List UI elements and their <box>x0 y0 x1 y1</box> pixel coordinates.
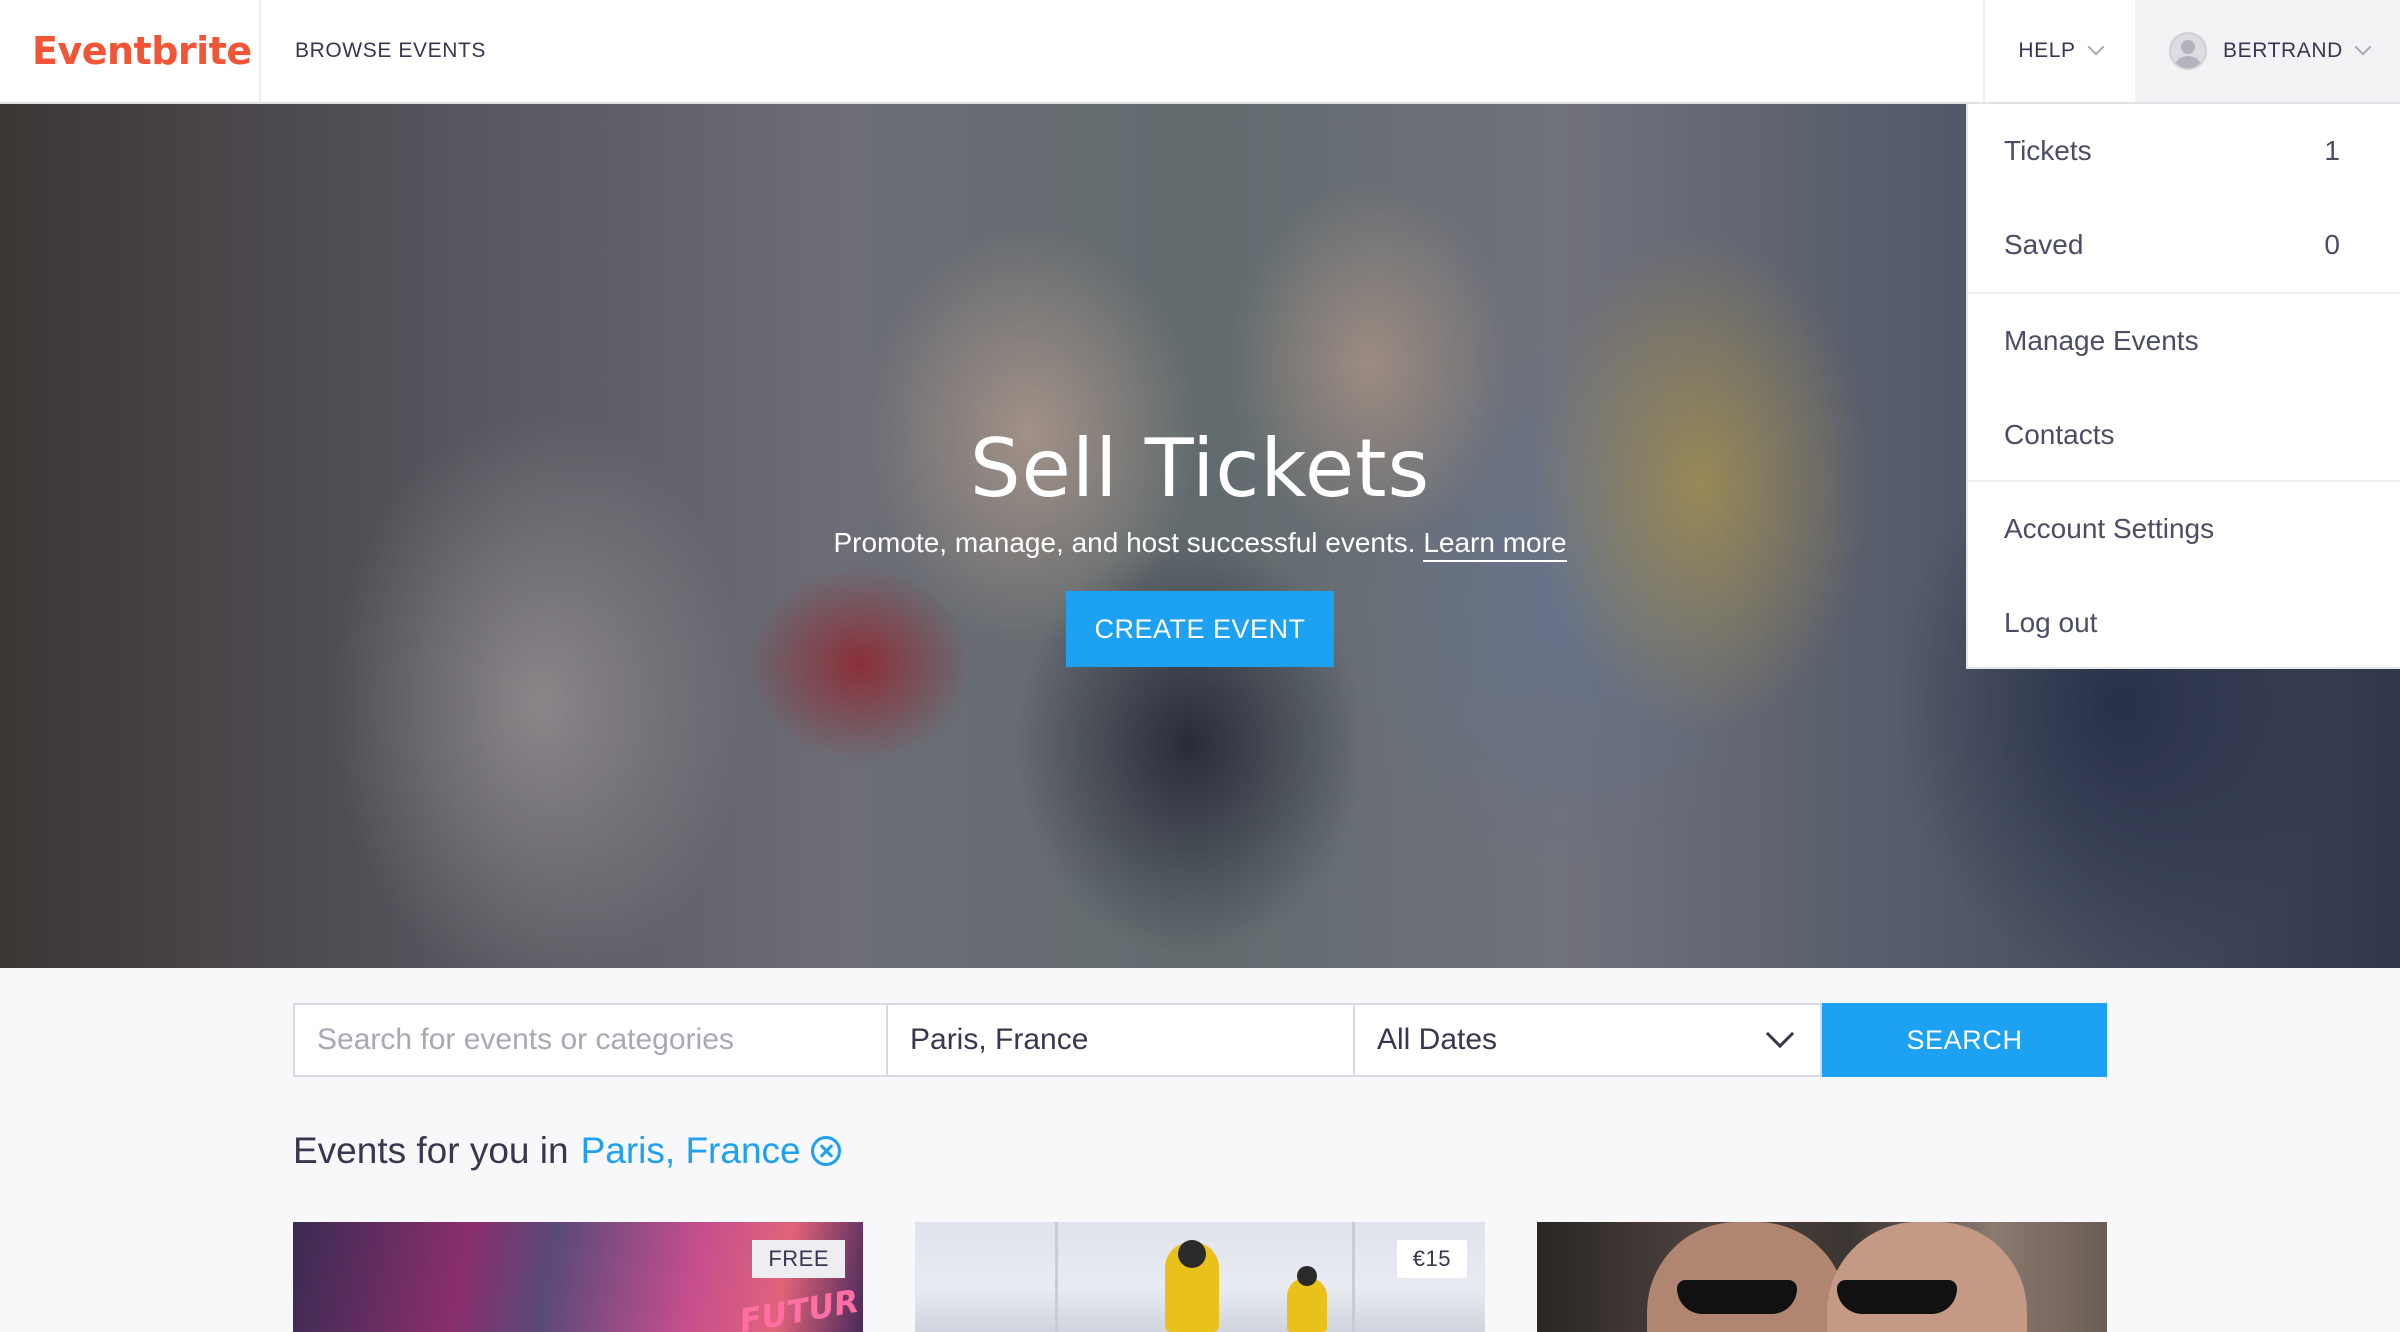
browse-events-link[interactable]: BROWSE EVENTS <box>295 0 486 102</box>
hero-subtitle-text: Promote, manage, and host successful eve… <box>833 527 1416 558</box>
card-image <box>1287 1266 1327 1332</box>
clear-location-icon[interactable] <box>810 1136 841 1166</box>
help-menu[interactable]: HELP <box>1985 0 2135 102</box>
menu-item-log-out[interactable]: Log out <box>1968 576 2400 670</box>
card-image <box>1837 1280 1957 1314</box>
chevron-down-icon <box>1765 1019 1795 1049</box>
help-label: HELP <box>2018 39 2076 62</box>
card-image <box>1677 1280 1797 1314</box>
user-menu-toggle[interactable]: BERTRAND <box>2135 0 2400 102</box>
card-image <box>1165 1240 1219 1332</box>
menu-item-tickets[interactable]: Tickets 1 <box>1968 104 2400 198</box>
menu-item-account-settings[interactable]: Account Settings <box>1968 482 2400 576</box>
create-event-button[interactable]: CREATE EVENT <box>1066 591 1334 667</box>
learn-more-link[interactable]: Learn more <box>1423 527 1567 562</box>
date-select[interactable]: All Dates <box>1355 1003 1822 1077</box>
event-card[interactable]: €15 <box>915 1222 1485 1332</box>
user-name: BERTRAND <box>2223 39 2343 62</box>
menu-item-manage-events[interactable]: Manage Events <box>1968 294 2400 388</box>
date-value: All Dates <box>1377 1023 1498 1056</box>
card-image <box>1647 1222 1847 1332</box>
user-dropdown-menu: Tickets 1 Saved 0 Manage Events Contacts… <box>1966 104 2400 669</box>
menu-item-label: Contacts <box>2004 419 2115 450</box>
search-button[interactable]: SEARCH <box>1822 1003 2107 1077</box>
eventbrite-logo[interactable]: Eventbrite <box>32 0 252 102</box>
event-card[interactable] <box>1537 1222 2107 1332</box>
price-badge: €15 <box>1396 1240 1467 1278</box>
menu-item-saved[interactable]: Saved 0 <box>1968 198 2400 292</box>
avatar <box>2169 32 2207 70</box>
menu-item-label: Manage Events <box>2004 325 2199 356</box>
menu-item-count: 0 <box>2324 229 2340 260</box>
location-value: Paris, France <box>910 1023 1089 1056</box>
search-input[interactable] <box>317 1023 886 1057</box>
menu-item-label: Account Settings <box>2004 513 2215 544</box>
card-image <box>1827 1222 2027 1332</box>
menu-item-label: Saved <box>2004 229 2084 260</box>
nav-divider <box>259 0 261 102</box>
search-bar: Paris, France All Dates SEARCH <box>293 1003 2107 1077</box>
events-heading-prefix: Events for you in <box>293 1130 569 1171</box>
events-location-link[interactable]: Paris, France <box>581 1130 801 1172</box>
chevron-down-icon <box>2087 38 2105 56</box>
chevron-down-icon <box>2354 38 2372 56</box>
top-nav: Eventbrite BROWSE EVENTS HELP BERTRAND <box>0 0 2400 104</box>
menu-item-label: Log out <box>2004 607 2098 638</box>
search-field <box>293 1003 888 1077</box>
event-card[interactable]: FUTUR FREE <box>293 1222 863 1332</box>
menu-item-count: 1 <box>2324 135 2340 166</box>
menu-item-contacts[interactable]: Contacts <box>1968 388 2400 482</box>
card-image-text: FUTUR <box>736 1281 862 1332</box>
price-badge: FREE <box>752 1240 845 1278</box>
location-field[interactable]: Paris, France <box>888 1003 1355 1077</box>
events-heading: Events for you in Paris, France <box>293 1130 841 1172</box>
menu-item-label: Tickets <box>2004 135 2092 166</box>
